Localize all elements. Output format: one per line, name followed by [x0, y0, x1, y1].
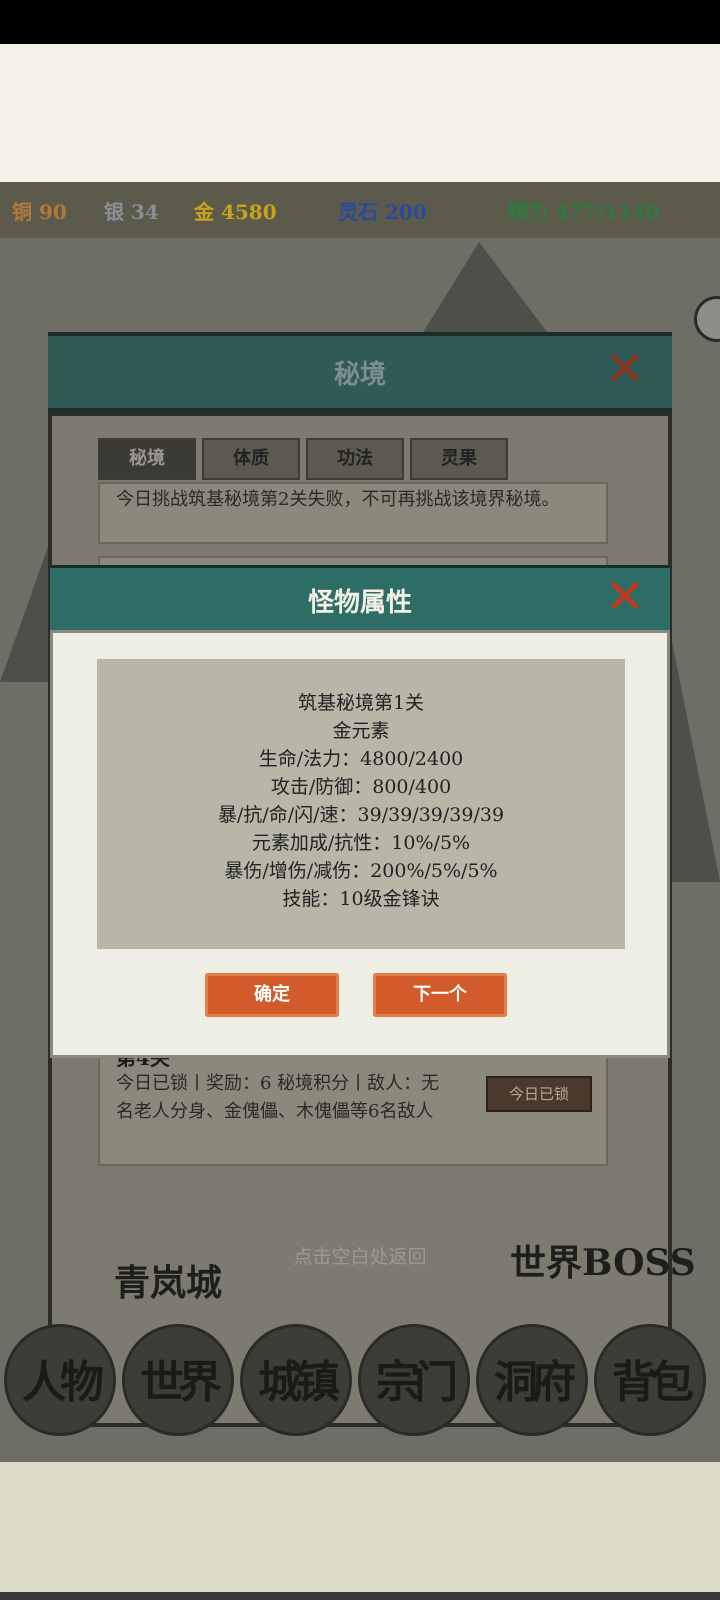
secret-realm-title: 秘境 [333, 360, 386, 390]
stat-realm-level: 筑基秘境第1关 [297, 692, 425, 714]
stat-attack-defense: 攻击/防御：800/400 [270, 776, 452, 798]
level-4-description: 今日已锁丨奖励：6 秘境积分丨敌人：无名老人分身、金傀儡、木傀儡等6名敌人 [116, 1073, 440, 1122]
tab-spirit-fruit[interactable]: 灵果 [410, 438, 508, 480]
close-icon[interactable]: ✕ [604, 345, 646, 393]
energy-display: 精力 477/1140 [508, 200, 660, 224]
failure-notice: 今日挑战筑基秘境第2关失败，不可再挑战该境界秘境。 [98, 482, 608, 544]
city-label[interactable]: 青岚城 [114, 1254, 222, 1306]
nav-cave-dwelling[interactable]: 洞府 [476, 1324, 588, 1436]
copper-display: 铜 90 [12, 196, 67, 225]
nav-sect[interactable]: 宗门 [358, 1324, 470, 1436]
spirit-stone-display: 灵石 200 [338, 200, 427, 224]
tab-physique[interactable]: 体质 [202, 438, 300, 480]
next-button[interactable]: 下一个 [373, 973, 507, 1017]
monster-modal-body: 筑基秘境第1关 金元素 生命/法力：4800/2400 攻击/防御：800/40… [50, 630, 670, 1058]
close-icon[interactable]: ✕ [604, 573, 646, 621]
tab-secret-realm[interactable]: 秘境 [98, 438, 196, 480]
monster-stats-box: 筑基秘境第1关 金元素 生命/法力：4800/2400 攻击/防御：800/40… [97, 659, 625, 949]
silver-icon: 银 [104, 200, 124, 224]
system-status-bar [0, 0, 720, 44]
nav-character[interactable]: 人物 [4, 1324, 116, 1436]
gold-display: 金 4580 [194, 196, 277, 225]
stat-monster-name: 金元素 [332, 720, 390, 742]
locked-today-button[interactable]: 今日已锁 [486, 1076, 592, 1112]
monster-modal-header: 怪物属性 ✕ [50, 565, 670, 633]
gold-icon: 金 [194, 200, 214, 224]
silver-value: 34 [130, 200, 159, 224]
side-round-button[interactable] [694, 296, 720, 342]
system-navigation-bar [0, 1592, 720, 1600]
world-boss-label[interactable]: 世界BOSS [510, 1234, 696, 1286]
gold-value: 4580 [220, 200, 277, 224]
stat-skill: 技能：10级金锋诀 [282, 888, 440, 910]
monster-attributes-modal: 怪物属性 ✕ 筑基秘境第1关 金元素 生命/法力：4800/2400 攻击/防御… [50, 565, 670, 1060]
nav-town[interactable]: 城镇 [240, 1324, 352, 1436]
currency-bar: 铜 90 银 34 金 4580 灵石 200 精力 477/1140 [0, 182, 720, 238]
stat-hp-mp: 生命/法力：4800/2400 [258, 748, 464, 770]
stat-crit-resist-hit-dodge-speed: 暴/抗/命/闪/速：39/39/39/39/39 [217, 804, 505, 826]
level-4-card: 第4关 今日已锁丨奖励：6 秘境积分丨敌人：无名老人分身、金傀儡、木傀儡等6名敌… [98, 1046, 608, 1166]
tab-technique[interactable]: 功法 [306, 438, 404, 480]
monster-modal-title: 怪物属性 [307, 588, 412, 618]
confirm-button[interactable]: 确定 [205, 973, 339, 1017]
bottom-paper-strip [0, 1462, 720, 1600]
nav-backpack[interactable]: 背包 [594, 1324, 706, 1436]
stat-crit-damage-bonus-reduction: 暴伤/增伤/减伤：200%/5%/5% [224, 860, 498, 882]
nav-world[interactable]: 世界 [122, 1324, 234, 1436]
secret-realm-header: 秘境 ✕ [48, 332, 672, 412]
silver-display: 银 34 [104, 196, 159, 225]
tab-bar: 秘境 体质 功法 灵果 [98, 438, 518, 480]
copper-value: 90 [38, 200, 67, 224]
top-paper-strip [0, 44, 720, 182]
copper-icon: 铜 [12, 200, 32, 224]
stat-element-bonus-resist: 元素加成/抗性：10%/5% [251, 832, 471, 854]
